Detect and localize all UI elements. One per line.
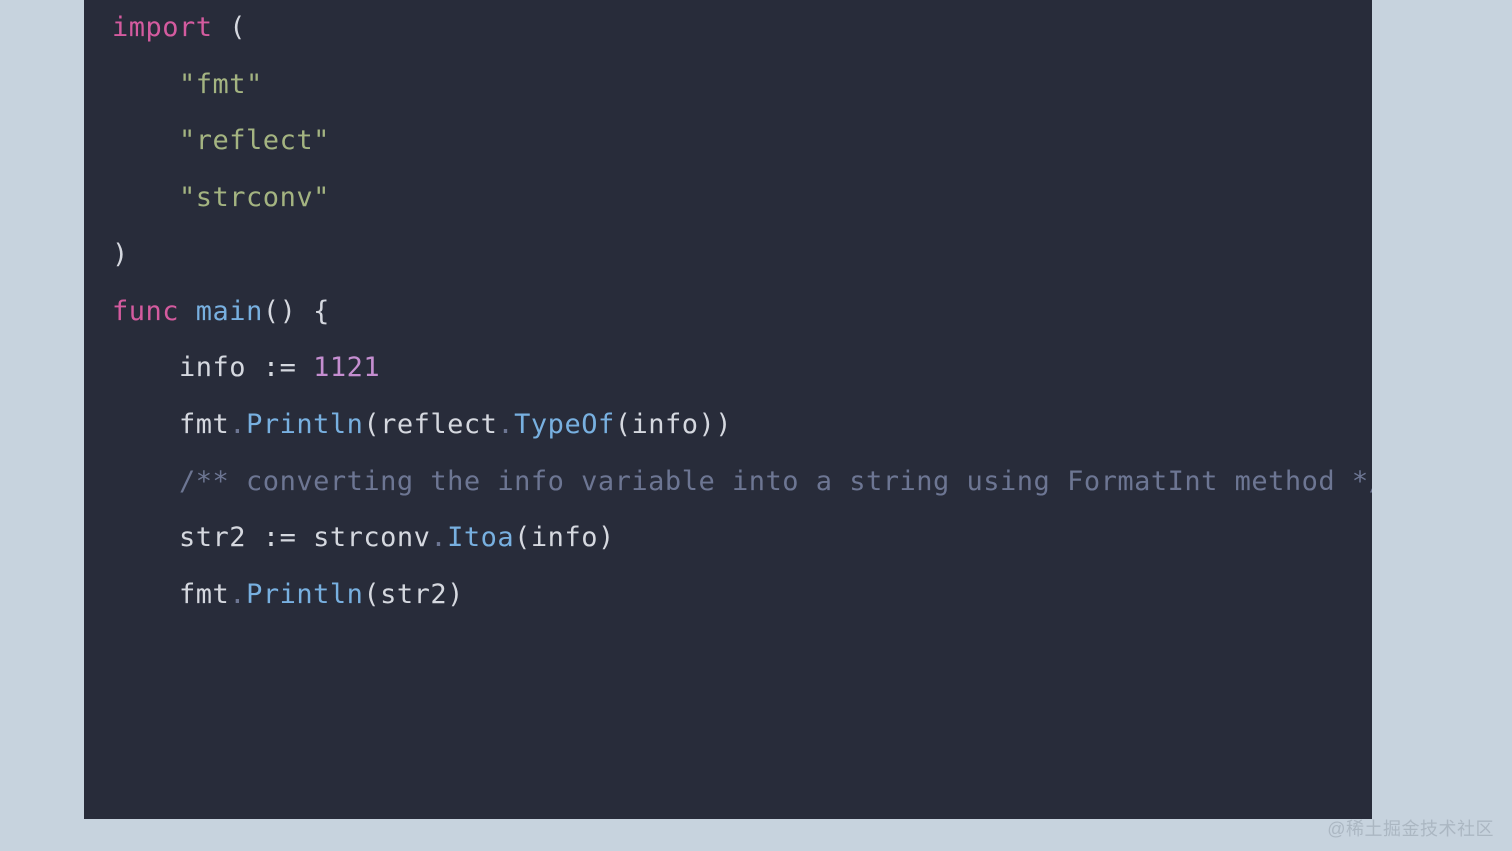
code-line: func main() { xyxy=(112,284,1372,341)
code-line: "reflect" xyxy=(112,113,1372,170)
code-block: import ( "fmt" "reflect" "strconv") func … xyxy=(84,0,1372,624)
code-line: info := 1121 xyxy=(112,340,1372,397)
code-token: := xyxy=(263,522,297,553)
watermark: @稀土掘金技术社区 xyxy=(1327,815,1494,841)
code-token: ( xyxy=(213,12,247,43)
code-token xyxy=(179,296,196,327)
code-token: ) xyxy=(112,239,129,270)
code-token: . xyxy=(430,522,447,553)
code-line: str2 := strconv.Itoa(info) xyxy=(112,510,1372,567)
code-token: (str2) xyxy=(363,579,464,610)
code-token xyxy=(112,69,179,100)
code-token: fmt xyxy=(112,409,229,440)
code-token: str2 xyxy=(112,522,263,553)
code-token: () xyxy=(263,296,297,327)
code-token: . xyxy=(229,409,246,440)
code-token: . xyxy=(229,579,246,610)
code-line: ) xyxy=(112,227,1372,284)
code-token xyxy=(112,466,179,497)
code-token: . xyxy=(497,409,514,440)
code-token: := xyxy=(263,352,297,383)
code-panel: import ( "fmt" "reflect" "strconv") func … xyxy=(84,0,1372,819)
code-line: /** converting the info variable into a … xyxy=(112,454,1372,511)
code-line: import ( xyxy=(112,0,1372,57)
code-line: "strconv" xyxy=(112,170,1372,227)
code-token: strconv xyxy=(296,522,430,553)
code-token: Println xyxy=(246,579,363,610)
code-token: func xyxy=(112,296,179,327)
code-token: (info)) xyxy=(615,409,732,440)
code-token: "fmt" xyxy=(179,69,263,100)
code-token: (reflect xyxy=(363,409,497,440)
code-token: info xyxy=(112,352,263,383)
code-token xyxy=(296,296,313,327)
code-line: "fmt" xyxy=(112,57,1372,114)
code-token: fmt xyxy=(112,579,229,610)
code-token: /** converting the info variable into a … xyxy=(179,466,1372,497)
code-token: { xyxy=(313,296,330,327)
stage: import ( "fmt" "reflect" "strconv") func … xyxy=(0,0,1512,851)
code-token: "reflect" xyxy=(179,125,330,156)
code-token: TypeOf xyxy=(514,409,615,440)
code-token: Println xyxy=(246,409,363,440)
code-line: fmt.Println(reflect.TypeOf(info)) xyxy=(112,397,1372,454)
code-token: main xyxy=(196,296,263,327)
code-token: 1121 xyxy=(313,352,380,383)
code-token: Itoa xyxy=(447,522,514,553)
code-line: fmt.Println(str2) xyxy=(112,567,1372,624)
code-token: (info) xyxy=(514,522,615,553)
code-token xyxy=(112,182,179,213)
code-token: import xyxy=(112,12,213,43)
code-token: "strconv" xyxy=(179,182,330,213)
code-token xyxy=(112,125,179,156)
code-token xyxy=(296,352,313,383)
